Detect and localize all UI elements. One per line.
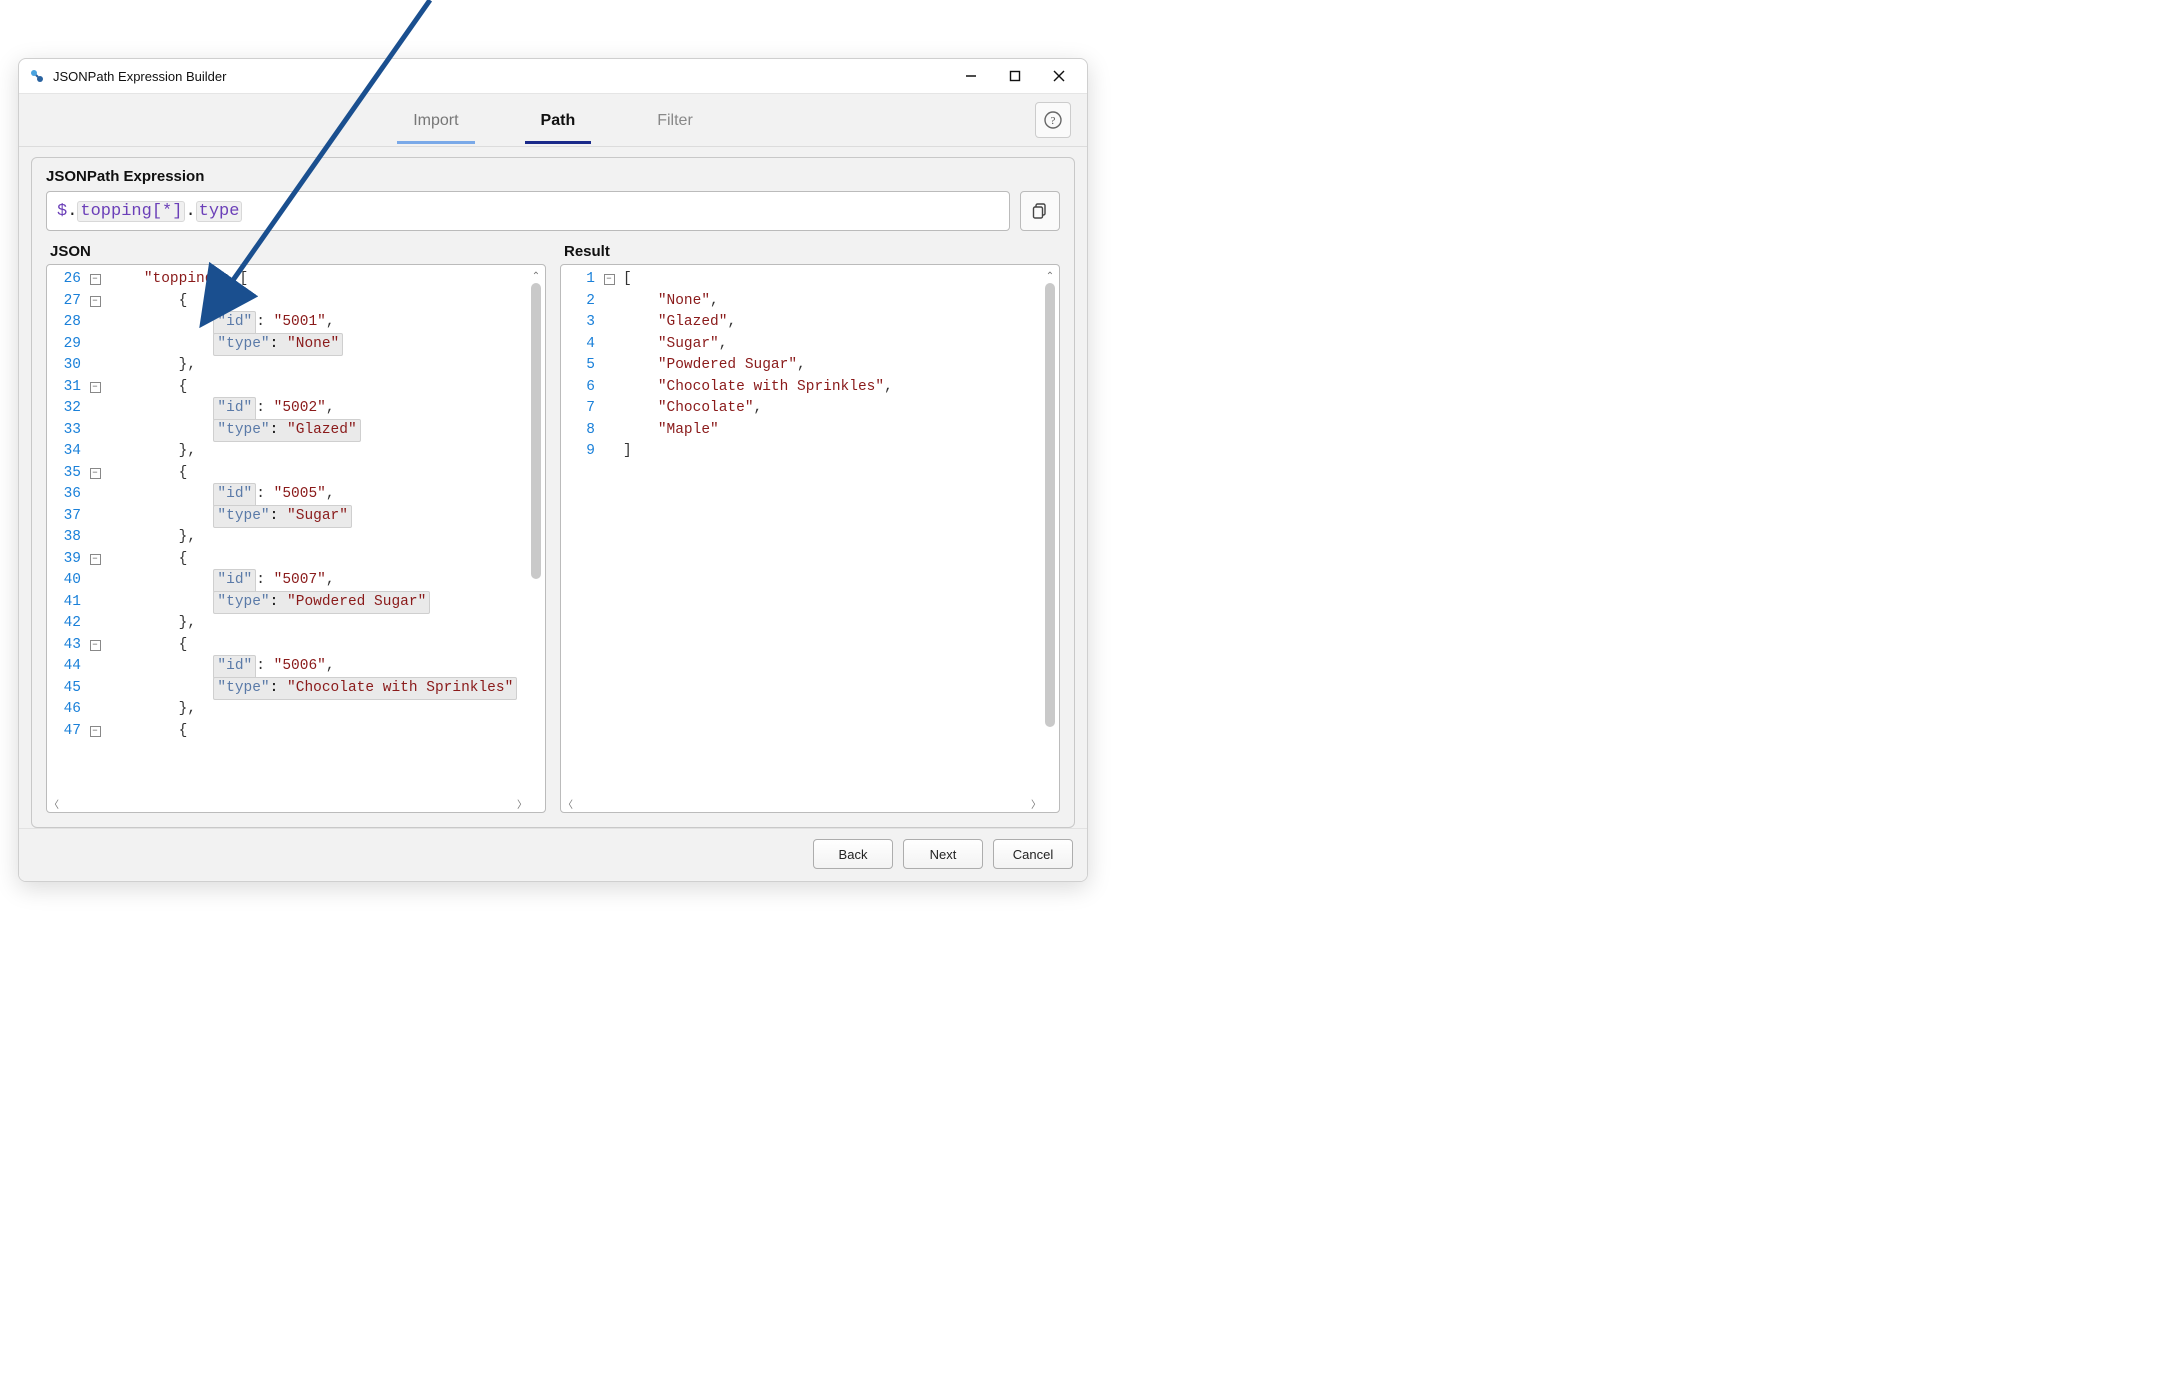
minimize-icon [965, 70, 977, 82]
result-panel: Result 1−[2 "None",3 "Glazed",4 "Sugar",… [560, 243, 1060, 813]
code-line: 41 "type": "Powdered Sugar" [47, 592, 545, 614]
code-line: 27− { [47, 291, 545, 313]
expression-label: JSONPath Expression [46, 168, 1060, 185]
close-icon [1053, 70, 1065, 82]
dialog-window: JSONPath Expression Builder Import Path … [18, 58, 1088, 882]
expression-input[interactable]: $.topping[*].type [46, 191, 1010, 231]
tab-import[interactable]: Import [407, 98, 464, 142]
code-line: 8 "Maple" [561, 420, 1059, 442]
help-button[interactable]: ? [1035, 102, 1071, 138]
code-line: 34 }, [47, 441, 545, 463]
result-scrollbar-vertical[interactable]: ⌃ ⌄ [1043, 269, 1057, 790]
window-controls [949, 61, 1081, 91]
code-line: 33 "type": "Glazed" [47, 420, 545, 442]
copy-button[interactable] [1020, 191, 1060, 231]
code-line: 9] [561, 441, 1059, 463]
code-line: 45 "type": "Chocolate with Sprinkles" [47, 678, 545, 700]
code-line: 1−[ [561, 269, 1059, 291]
result-editor[interactable]: 1−[2 "None",3 "Glazed",4 "Sugar",5 "Powd… [560, 264, 1060, 813]
maximize-icon [1009, 70, 1021, 82]
code-line: 6 "Chocolate with Sprinkles", [561, 377, 1059, 399]
code-line: 42 }, [47, 613, 545, 635]
code-line: 3 "Glazed", [561, 312, 1059, 334]
footer-buttons: Back Next Cancel [19, 828, 1087, 881]
copy-icon [1031, 202, 1049, 220]
path-section: JSONPath Expression $.topping[*].type [31, 157, 1075, 828]
minimize-button[interactable] [949, 61, 993, 91]
code-line: 47− { [47, 721, 545, 743]
titlebar: JSONPath Expression Builder [19, 59, 1087, 93]
back-button[interactable]: Back [813, 839, 893, 869]
code-line: 4 "Sugar", [561, 334, 1059, 356]
code-line: 32 "id": "5002", [47, 398, 545, 420]
code-line: 2 "None", [561, 291, 1059, 313]
code-line: 26− "topping": [ [47, 269, 545, 291]
cancel-button[interactable]: Cancel [993, 839, 1073, 869]
code-line: 46 }, [47, 699, 545, 721]
json-scrollbar-horizontal[interactable]: 〈〉 [49, 796, 527, 810]
json-editor[interactable]: 26− "topping": [27− {28 "id": "5001",29 … [46, 264, 546, 813]
code-line: 5 "Powdered Sugar", [561, 355, 1059, 377]
code-line: 38 }, [47, 527, 545, 549]
app-icon [29, 68, 45, 84]
code-line: 28 "id": "5001", [47, 312, 545, 334]
result-scrollbar-horizontal[interactable]: 〈〉 [563, 796, 1041, 810]
code-line: 40 "id": "5007", [47, 570, 545, 592]
json-scrollbar-vertical[interactable]: ⌃ ⌄ [529, 269, 543, 790]
close-button[interactable] [1037, 61, 1081, 91]
next-button[interactable]: Next [903, 839, 983, 869]
code-line: 30 }, [47, 355, 545, 377]
tab-filter[interactable]: Filter [651, 98, 699, 142]
code-line: 35− { [47, 463, 545, 485]
code-line: 36 "id": "5005", [47, 484, 545, 506]
window-title: JSONPath Expression Builder [53, 69, 226, 84]
code-line: 37 "type": "Sugar" [47, 506, 545, 528]
code-line: 29 "type": "None" [47, 334, 545, 356]
svg-text:?: ? [1051, 115, 1056, 127]
help-icon: ? [1044, 111, 1062, 129]
maximize-button[interactable] [993, 61, 1037, 91]
code-line: 7 "Chocolate", [561, 398, 1059, 420]
code-line: 39− { [47, 549, 545, 571]
code-line: 31− { [47, 377, 545, 399]
result-label: Result [560, 243, 1060, 260]
json-label: JSON [46, 243, 546, 260]
code-line: 44 "id": "5006", [47, 656, 545, 678]
json-panel: JSON 26− "topping": [27− {28 "id": "5001… [46, 243, 546, 813]
tab-path[interactable]: Path [535, 98, 582, 142]
tab-bar: Import Path Filter ? [19, 93, 1087, 147]
code-line: 43− { [47, 635, 545, 657]
